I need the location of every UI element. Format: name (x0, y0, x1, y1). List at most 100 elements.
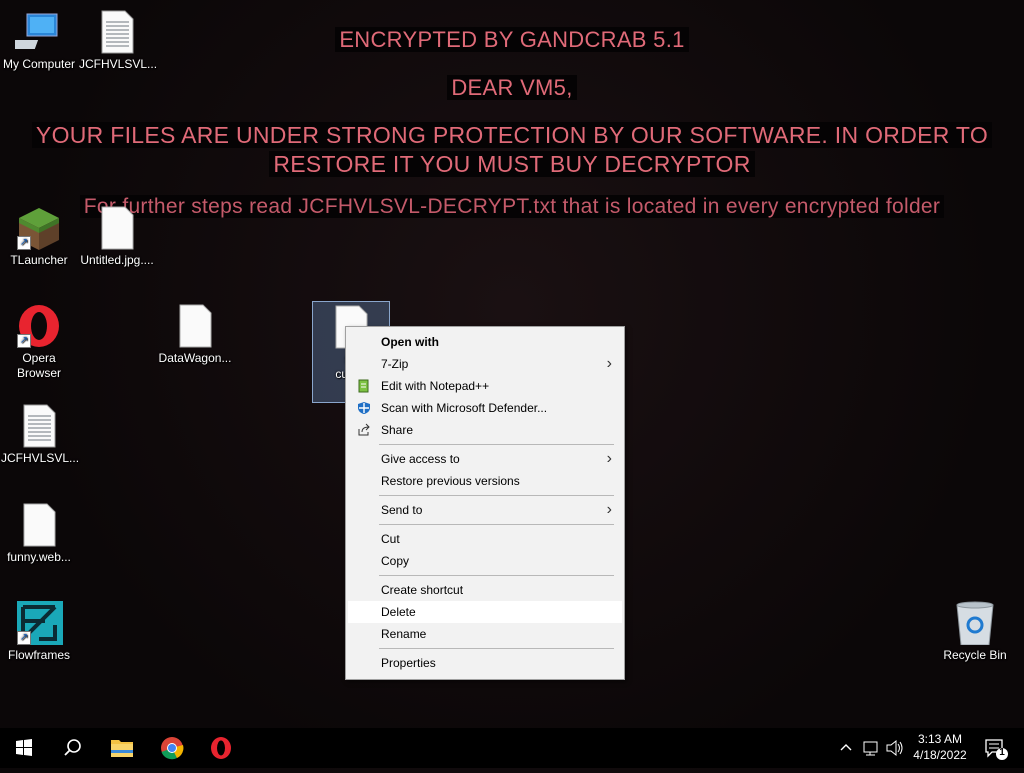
windows-start-icon (16, 739, 32, 756)
menu-item-label: Rename (381, 627, 427, 641)
menu-item-edit-notepad[interactable]: Edit with Notepad++ (348, 375, 622, 397)
menu-item-label: Copy (381, 554, 410, 568)
menu-separator (379, 524, 614, 525)
icon-label: JCFHVLSVL... (79, 57, 158, 71)
start-button[interactable] (0, 728, 48, 768)
icon-label-line1: Opera (22, 351, 56, 365)
network-icon (863, 741, 878, 756)
desktop-icon-funny-web[interactable]: funny.web... (1, 503, 77, 565)
context-menu: Open with 7-Zip › Edit with Notepad++ Sca… (345, 326, 625, 680)
desktop-icon-datawagon[interactable]: DataWagon... (157, 304, 233, 366)
icon-label: TLauncher (10, 253, 68, 267)
menu-item-label: 7-Zip (381, 357, 409, 371)
icon-label: Recycle Bin (943, 648, 1007, 662)
menu-item-label: Delete (381, 605, 416, 619)
blank-file-icon (171, 304, 219, 348)
icon-label: JCFHVLSVL... (1, 451, 80, 465)
desktop-icon-my-computer[interactable]: My Computer (1, 10, 77, 72)
ransom-message-line2: RESTORE IT YOU MUST BUY DECRYPTOR (269, 151, 755, 177)
menu-item-cut[interactable]: Cut (348, 528, 622, 550)
icon-label: Untitled.jpg.... (80, 253, 154, 267)
desktop-icon-opera[interactable]: ↗ Opera Browser (1, 304, 77, 381)
notifications-button[interactable]: 1 (978, 728, 1018, 768)
text-file-icon (15, 404, 63, 448)
desktop-icon-tlauncher[interactable]: ↗ TLauncher (1, 206, 77, 268)
menu-item-delete[interactable]: Delete (348, 601, 622, 623)
menu-item-scan-defender[interactable]: Scan with Microsoft Defender... (348, 397, 622, 419)
menu-item-label: Edit with Notepad++ (381, 379, 490, 393)
menu-separator (379, 575, 614, 576)
volume-button[interactable] (884, 728, 906, 768)
shortcut-arrow-icon: ↗ (17, 236, 31, 250)
desktop-icon-decrypt-note[interactable]: JCFHVLSVL... (79, 10, 158, 72)
menu-item-label: Open with (381, 335, 439, 349)
text-file-icon (93, 10, 141, 54)
shortcut-arrow-icon: ↗ (17, 334, 31, 348)
taskbar-opera[interactable] (197, 728, 245, 768)
computer-icon (6, 10, 63, 54)
menu-item-create-shortcut[interactable]: Create shortcut (348, 579, 622, 601)
menu-item-share[interactable]: Share (348, 419, 622, 441)
search-button[interactable] (48, 728, 96, 768)
minecraft-grass-block-icon: ↗ (15, 206, 63, 250)
notification-count-badge: 1 (999, 747, 1005, 758)
clock-date: 4/18/2022 (913, 748, 967, 762)
show-hidden-icons-button[interactable] (836, 728, 856, 768)
file-explorer-icon (111, 740, 133, 757)
menu-item-label: Give access to (381, 452, 460, 466)
chevron-right-icon: › (606, 450, 612, 467)
menu-separator (379, 444, 614, 445)
desktop-icon-flowframes[interactable]: ↗ Flowframes (1, 601, 77, 663)
chevron-right-icon: › (606, 501, 612, 518)
blank-file-icon (15, 503, 63, 547)
desktop-icon-decrypt-note-2[interactable]: JCFHVLSVL... (1, 404, 80, 466)
chevron-up-icon (840, 744, 852, 751)
icon-label: funny.web... (7, 550, 71, 564)
blank-file-icon (93, 206, 141, 250)
icon-label-line2: Browser (16, 366, 61, 380)
menu-item-restore-versions[interactable]: Restore previous versions (348, 470, 622, 492)
menu-item-open-with[interactable]: Open with (348, 331, 622, 353)
menu-item-label: Create shortcut (381, 583, 464, 597)
network-button[interactable] (860, 728, 882, 768)
opera-icon (211, 737, 231, 759)
chrome-icon (161, 737, 184, 760)
menu-item-properties[interactable]: Properties (348, 652, 622, 674)
icon-label: DataWagon... (158, 351, 232, 365)
notepadplusplus-icon (358, 379, 369, 393)
menu-item-label: Share (381, 423, 414, 437)
desktop-icon-untitled-jpg[interactable]: Untitled.jpg.... (79, 206, 155, 268)
menu-item-label: Scan with Microsoft Defender... (381, 401, 548, 415)
recycle-bin-icon (951, 601, 999, 646)
menu-item-7zip[interactable]: 7-Zip › (348, 353, 622, 375)
ransom-greeting: DEAR VM5, (0, 75, 1024, 101)
clock-time: 3:13 AM (917, 732, 963, 746)
taskbar: 3:13 AM 4/18/2022 1 (0, 728, 1024, 768)
taskbar-chrome[interactable] (148, 728, 196, 768)
icon-label: Flowframes (7, 648, 70, 662)
shortcut-arrow-icon: ↗ (17, 631, 31, 645)
menu-separator (379, 495, 614, 496)
flowframes-icon: ↗ (15, 601, 63, 647)
taskbar-file-explorer[interactable] (98, 728, 146, 768)
ransom-message-line1: YOUR FILES ARE UNDER STRONG PROTECTION B… (31, 122, 993, 148)
speaker-icon (886, 739, 903, 757)
menu-item-rename[interactable]: Rename (348, 623, 622, 645)
chevron-right-icon: › (606, 355, 612, 372)
menu-separator (379, 648, 614, 649)
menu-item-label: Properties (381, 656, 436, 670)
share-icon (358, 423, 370, 436)
desktop[interactable]: ENCRYPTED BY GANDCRAB 5.1 DEAR VM5, YOUR… (0, 0, 1024, 728)
menu-item-label: Restore previous versions (381, 474, 520, 488)
menu-item-give-access[interactable]: Give access to › (348, 448, 622, 470)
menu-item-label: Send to (381, 503, 423, 517)
opera-icon: ↗ (15, 304, 63, 348)
clock[interactable]: 3:13 AM 4/18/2022 (908, 728, 972, 768)
defender-shield-icon (358, 402, 370, 414)
ransom-message: YOUR FILES ARE UNDER STRONG PROTECTION B… (0, 121, 1024, 179)
menu-item-label: Cut (381, 532, 400, 546)
menu-item-copy[interactable]: Copy (348, 550, 622, 572)
search-icon (64, 739, 81, 756)
menu-item-send-to[interactable]: Send to › (348, 499, 622, 521)
desktop-icon-recycle-bin[interactable]: Recycle Bin (937, 601, 1013, 663)
